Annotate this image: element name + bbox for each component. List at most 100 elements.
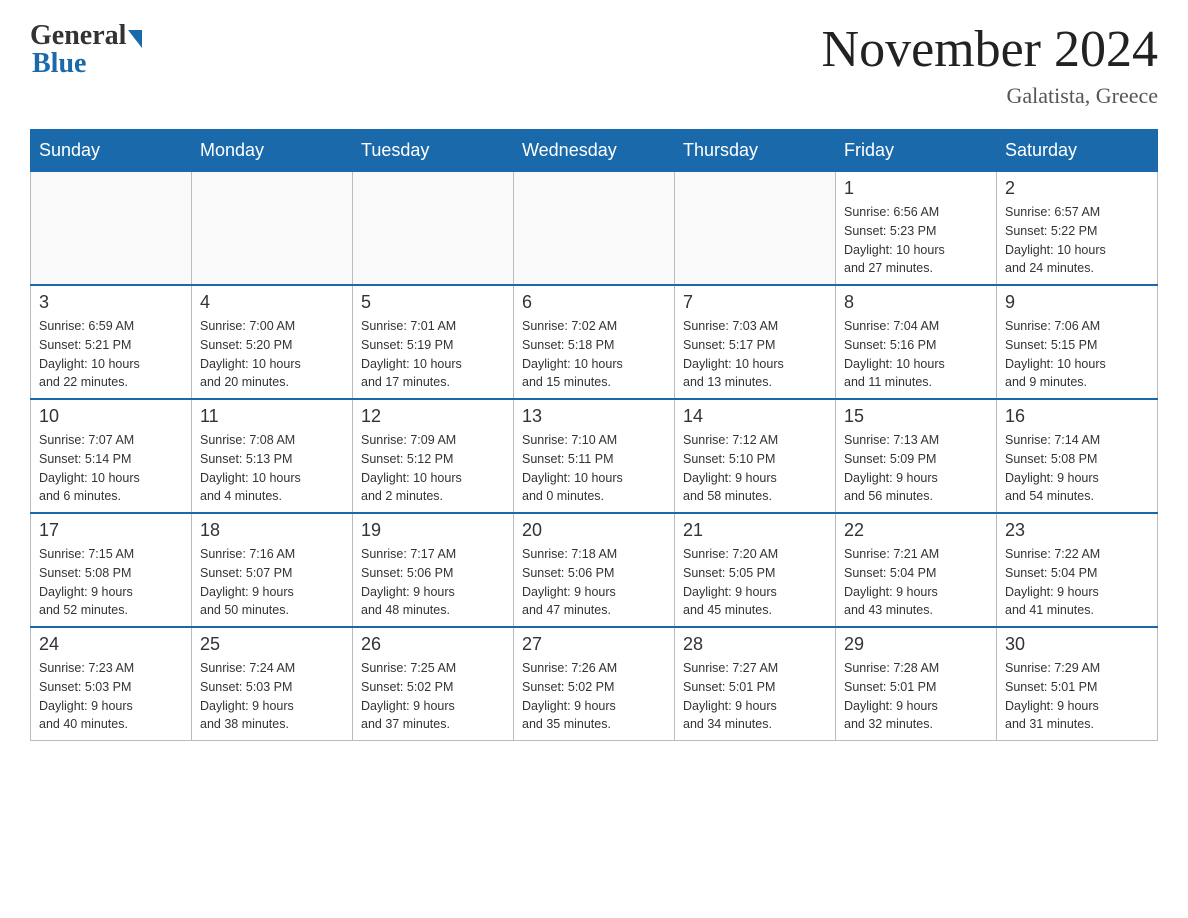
- calendar-cell: 16 Sunrise: 7:14 AM Sunset: 5:08 PM Dayli…: [997, 399, 1158, 513]
- calendar-cell: 19 Sunrise: 7:17 AM Sunset: 5:06 PM Dayli…: [353, 513, 514, 627]
- calendar-cell: 12Sunrise: 7:09 AM Sunset: 5:12 PM Dayli…: [353, 399, 514, 513]
- calendar-cell: 29 Sunrise: 7:28 AM Sunset: 5:01 PM Dayli…: [836, 627, 997, 741]
- calendar-cell: 28 Sunrise: 7:27 AM Sunset: 5:01 PM Dayli…: [675, 627, 836, 741]
- day-info: Sunrise: 7:00 AM Sunset: 5:20 PM Dayligh…: [200, 317, 344, 392]
- calendar-cell: 30 Sunrise: 7:29 AM Sunset: 5:01 PM Dayli…: [997, 627, 1158, 741]
- day-number: 15: [844, 406, 988, 427]
- header-row: SundayMondayTuesdayWednesdayThursdayFrid…: [31, 130, 1158, 172]
- day-info: Sunrise: 7:18 AM Sunset: 5:06 PM Dayligh…: [522, 545, 666, 620]
- day-number: 22: [844, 520, 988, 541]
- column-header-saturday: Saturday: [997, 130, 1158, 172]
- week-row-5: 24Sunrise: 7:23 AM Sunset: 5:03 PM Dayli…: [31, 627, 1158, 741]
- calendar-cell: 24Sunrise: 7:23 AM Sunset: 5:03 PM Dayli…: [31, 627, 192, 741]
- calendar-cell: [353, 172, 514, 286]
- day-number: 17: [39, 520, 183, 541]
- logo-blue-text: Blue: [30, 48, 86, 80]
- day-number: 23: [1005, 520, 1149, 541]
- calendar-table: SundayMondayTuesdayWednesdayThursdayFrid…: [30, 129, 1158, 741]
- day-info: Sunrise: 7:14 AM Sunset: 5:08 PM Dayligh…: [1005, 431, 1149, 506]
- calendar-cell: 17 Sunrise: 7:15 AM Sunset: 5:08 PM Dayli…: [31, 513, 192, 627]
- column-header-thursday: Thursday: [675, 130, 836, 172]
- column-header-tuesday: Tuesday: [353, 130, 514, 172]
- day-info: Sunrise: 7:06 AM Sunset: 5:15 PM Dayligh…: [1005, 317, 1149, 392]
- calendar-cell: 15Sunrise: 7:13 AM Sunset: 5:09 PM Dayli…: [836, 399, 997, 513]
- day-number: 14: [683, 406, 827, 427]
- day-number: 1: [844, 178, 988, 199]
- day-number: 2: [1005, 178, 1149, 199]
- day-info: Sunrise: 7:10 AM Sunset: 5:11 PM Dayligh…: [522, 431, 666, 506]
- day-info: Sunrise: 7:08 AM Sunset: 5:13 PM Dayligh…: [200, 431, 344, 506]
- calendar-cell: 7 Sunrise: 7:03 AM Sunset: 5:17 PM Daylig…: [675, 285, 836, 399]
- day-info: Sunrise: 7:03 AM Sunset: 5:17 PM Dayligh…: [683, 317, 827, 392]
- calendar-cell: 14 Sunrise: 7:12 AM Sunset: 5:10 PM Dayli…: [675, 399, 836, 513]
- column-header-monday: Monday: [192, 130, 353, 172]
- calendar-cell: 22 Sunrise: 7:21 AM Sunset: 5:04 PM Dayli…: [836, 513, 997, 627]
- calendar-cell: 21Sunrise: 7:20 AM Sunset: 5:05 PM Dayli…: [675, 513, 836, 627]
- day-info: Sunrise: 7:29 AM Sunset: 5:01 PM Dayligh…: [1005, 659, 1149, 734]
- day-number: 26: [361, 634, 505, 655]
- day-info: Sunrise: 6:56 AM Sunset: 5:23 PM Dayligh…: [844, 203, 988, 278]
- day-number: 8: [844, 292, 988, 313]
- calendar-cell: 1 Sunrise: 6:56 AM Sunset: 5:23 PM Daylig…: [836, 172, 997, 286]
- week-row-4: 17 Sunrise: 7:15 AM Sunset: 5:08 PM Dayli…: [31, 513, 1158, 627]
- day-info: Sunrise: 7:12 AM Sunset: 5:10 PM Dayligh…: [683, 431, 827, 506]
- day-info: Sunrise: 7:07 AM Sunset: 5:14 PM Dayligh…: [39, 431, 183, 506]
- day-info: Sunrise: 7:21 AM Sunset: 5:04 PM Dayligh…: [844, 545, 988, 620]
- day-info: Sunrise: 7:15 AM Sunset: 5:08 PM Dayligh…: [39, 545, 183, 620]
- day-number: 9: [1005, 292, 1149, 313]
- calendar-cell: 8 Sunrise: 7:04 AM Sunset: 5:16 PM Daylig…: [836, 285, 997, 399]
- calendar-cell: 26 Sunrise: 7:25 AM Sunset: 5:02 PM Dayli…: [353, 627, 514, 741]
- day-info: Sunrise: 7:23 AM Sunset: 5:03 PM Dayligh…: [39, 659, 183, 734]
- day-number: 18: [200, 520, 344, 541]
- logo-arrow-icon: [128, 30, 142, 48]
- page-header: General Blue November 2024 Galatista, Gr…: [30, 20, 1158, 109]
- calendar-cell: [675, 172, 836, 286]
- day-info: Sunrise: 6:57 AM Sunset: 5:22 PM Dayligh…: [1005, 203, 1149, 278]
- day-info: Sunrise: 7:16 AM Sunset: 5:07 PM Dayligh…: [200, 545, 344, 620]
- calendar-cell: 13 Sunrise: 7:10 AM Sunset: 5:11 PM Dayli…: [514, 399, 675, 513]
- day-info: Sunrise: 7:17 AM Sunset: 5:06 PM Dayligh…: [361, 545, 505, 620]
- day-number: 19: [361, 520, 505, 541]
- week-row-3: 10 Sunrise: 7:07 AM Sunset: 5:14 PM Dayli…: [31, 399, 1158, 513]
- day-number: 13: [522, 406, 666, 427]
- calendar-cell: [514, 172, 675, 286]
- day-number: 12: [361, 406, 505, 427]
- calendar-cell: 3Sunrise: 6:59 AM Sunset: 5:21 PM Daylig…: [31, 285, 192, 399]
- day-info: Sunrise: 7:04 AM Sunset: 5:16 PM Dayligh…: [844, 317, 988, 392]
- day-number: 5: [361, 292, 505, 313]
- day-number: 28: [683, 634, 827, 655]
- day-number: 4: [200, 292, 344, 313]
- week-row-1: 1 Sunrise: 6:56 AM Sunset: 5:23 PM Daylig…: [31, 172, 1158, 286]
- column-header-sunday: Sunday: [31, 130, 192, 172]
- week-row-2: 3Sunrise: 6:59 AM Sunset: 5:21 PM Daylig…: [31, 285, 1158, 399]
- column-header-wednesday: Wednesday: [514, 130, 675, 172]
- calendar-cell: 20 Sunrise: 7:18 AM Sunset: 5:06 PM Dayli…: [514, 513, 675, 627]
- calendar-cell: 5 Sunrise: 7:01 AM Sunset: 5:19 PM Daylig…: [353, 285, 514, 399]
- day-info: Sunrise: 7:25 AM Sunset: 5:02 PM Dayligh…: [361, 659, 505, 734]
- day-info: Sunrise: 7:20 AM Sunset: 5:05 PM Dayligh…: [683, 545, 827, 620]
- calendar-cell: 6 Sunrise: 7:02 AM Sunset: 5:18 PM Daylig…: [514, 285, 675, 399]
- calendar-cell: [31, 172, 192, 286]
- day-number: 16: [1005, 406, 1149, 427]
- day-number: 30: [1005, 634, 1149, 655]
- day-info: Sunrise: 7:24 AM Sunset: 5:03 PM Dayligh…: [200, 659, 344, 734]
- calendar-cell: 10 Sunrise: 7:07 AM Sunset: 5:14 PM Dayli…: [31, 399, 192, 513]
- day-info: Sunrise: 7:27 AM Sunset: 5:01 PM Dayligh…: [683, 659, 827, 734]
- day-number: 11: [200, 406, 344, 427]
- day-number: 10: [39, 406, 183, 427]
- column-header-friday: Friday: [836, 130, 997, 172]
- day-number: 27: [522, 634, 666, 655]
- day-info: Sunrise: 7:01 AM Sunset: 5:19 PM Dayligh…: [361, 317, 505, 392]
- day-number: 25: [200, 634, 344, 655]
- day-info: Sunrise: 7:26 AM Sunset: 5:02 PM Dayligh…: [522, 659, 666, 734]
- calendar-cell: 11 Sunrise: 7:08 AM Sunset: 5:13 PM Dayli…: [192, 399, 353, 513]
- day-number: 29: [844, 634, 988, 655]
- calendar-cell: 18 Sunrise: 7:16 AM Sunset: 5:07 PM Dayli…: [192, 513, 353, 627]
- day-number: 20: [522, 520, 666, 541]
- calendar-cell: [192, 172, 353, 286]
- calendar-cell: 23Sunrise: 7:22 AM Sunset: 5:04 PM Dayli…: [997, 513, 1158, 627]
- day-number: 6: [522, 292, 666, 313]
- day-info: Sunrise: 7:02 AM Sunset: 5:18 PM Dayligh…: [522, 317, 666, 392]
- day-info: Sunrise: 7:28 AM Sunset: 5:01 PM Dayligh…: [844, 659, 988, 734]
- day-number: 7: [683, 292, 827, 313]
